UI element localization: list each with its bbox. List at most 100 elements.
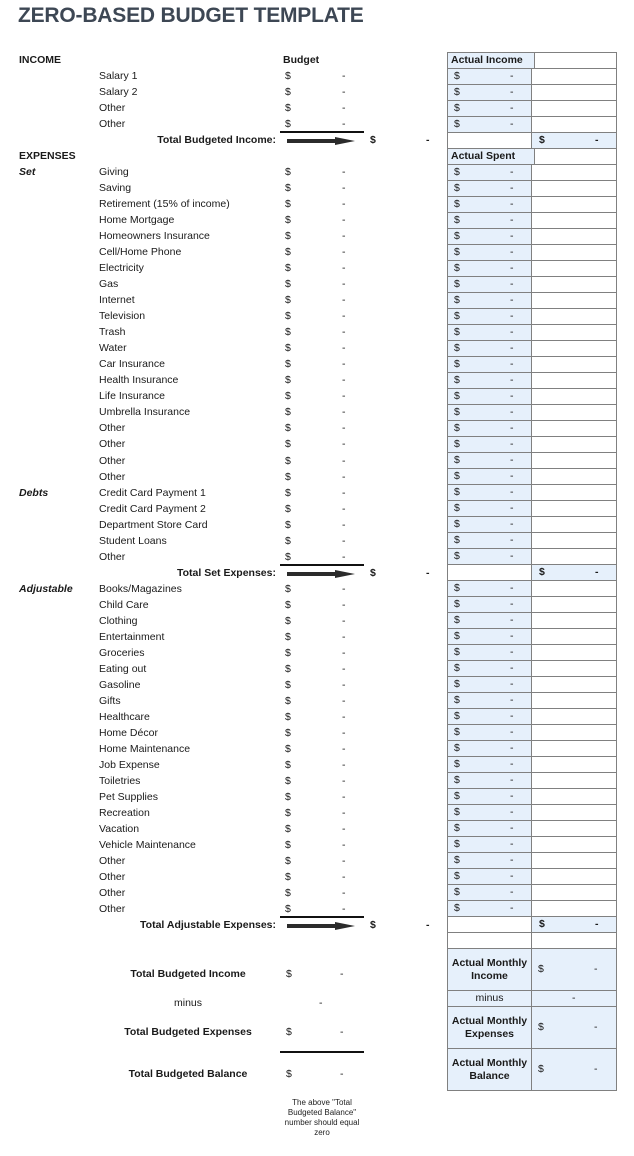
actual-amount-cell[interactable]: $ -: [448, 453, 532, 468]
notes-cell[interactable]: [532, 245, 616, 260]
budget-amount-cell[interactable]: -: [342, 372, 346, 388]
budget-amount-cell[interactable]: -: [342, 116, 346, 132]
notes-cell[interactable]: [532, 821, 616, 836]
actual-amount-cell[interactable]: $ -: [448, 837, 532, 852]
budget-amount-cell[interactable]: -: [342, 613, 346, 629]
budget-amount-cell[interactable]: -: [342, 757, 346, 773]
actual-amount-cell[interactable]: $ -: [448, 421, 532, 436]
actual-amount-cell[interactable]: $ -: [448, 645, 532, 660]
budget-amount-cell[interactable]: -: [342, 885, 346, 901]
actual-amount-cell[interactable]: $ -: [448, 869, 532, 884]
budget-amount-cell[interactable]: -: [342, 629, 346, 645]
blank-cell[interactable]: [535, 53, 616, 68]
blank-cell[interactable]: [448, 933, 532, 948]
budget-amount-cell[interactable]: -: [342, 693, 346, 709]
notes-cell[interactable]: [532, 421, 616, 436]
actual-amount-cell[interactable]: $ -: [448, 85, 532, 100]
notes-cell[interactable]: [532, 677, 616, 692]
budget-amount-cell[interactable]: -: [342, 276, 346, 292]
actual-amount-cell[interactable]: $ -: [448, 181, 532, 196]
notes-cell[interactable]: [532, 645, 616, 660]
notes-cell[interactable]: [532, 325, 616, 340]
notes-cell[interactable]: [532, 389, 616, 404]
budget-amount-cell[interactable]: -: [342, 84, 346, 100]
actual-amount-cell[interactable]: $ -: [448, 341, 532, 356]
budget-amount-cell[interactable]: -: [342, 853, 346, 869]
notes-cell[interactable]: [532, 85, 616, 100]
notes-cell[interactable]: [532, 309, 616, 324]
actual-total-cell[interactable]: $ -: [532, 133, 616, 148]
blank-cell[interactable]: [448, 565, 532, 580]
budget-amount-cell[interactable]: -: [342, 244, 346, 260]
notes-cell[interactable]: [532, 229, 616, 244]
actual-amount-cell[interactable]: $ -: [448, 357, 532, 372]
actual-amount-cell[interactable]: $ -: [448, 117, 532, 132]
actual-amount-cell[interactable]: $ -: [448, 805, 532, 820]
budget-amount-cell[interactable]: -: [342, 901, 346, 917]
notes-cell[interactable]: [532, 261, 616, 276]
budget-amount-cell[interactable]: -: [342, 485, 346, 501]
notes-cell[interactable]: [532, 453, 616, 468]
notes-cell[interactable]: [532, 501, 616, 516]
notes-cell[interactable]: [532, 437, 616, 452]
budget-amount-cell[interactable]: -: [342, 805, 346, 821]
budget-amount-cell[interactable]: -: [342, 292, 346, 308]
budget-amount-cell[interactable]: -: [342, 388, 346, 404]
notes-cell[interactable]: [532, 117, 616, 132]
notes-cell[interactable]: [532, 69, 616, 84]
actual-amount-cell[interactable]: $ -: [448, 405, 532, 420]
actual-amount-cell[interactable]: $ -: [448, 613, 532, 628]
notes-cell[interactable]: [532, 469, 616, 484]
budget-amount-cell[interactable]: -: [342, 340, 346, 356]
blank-cell[interactable]: [532, 933, 616, 948]
actual-amount-cell[interactable]: $ -: [448, 261, 532, 276]
notes-cell[interactable]: [532, 181, 616, 196]
notes-cell[interactable]: [532, 293, 616, 308]
actual-amount-cell[interactable]: $ -: [448, 693, 532, 708]
budget-amount-cell[interactable]: -: [342, 469, 346, 485]
notes-cell[interactable]: [532, 101, 616, 116]
actual-amount-cell[interactable]: $ -: [448, 501, 532, 516]
budget-amount-cell[interactable]: -: [342, 533, 346, 549]
actual-amount-cell[interactable]: $ -: [448, 773, 532, 788]
notes-cell[interactable]: [532, 357, 616, 372]
blank-cell[interactable]: [448, 133, 532, 148]
actual-amount-cell[interactable]: $ -: [448, 901, 532, 916]
notes-cell[interactable]: [532, 613, 616, 628]
budget-amount-cell[interactable]: -: [342, 821, 346, 837]
actual-amount-cell[interactable]: $ -: [448, 213, 532, 228]
budget-amount-cell[interactable]: -: [342, 773, 346, 789]
actual-amount-cell[interactable]: $ -: [448, 197, 532, 212]
blank-cell[interactable]: [448, 917, 532, 932]
actual-amount-cell[interactable]: $ -: [448, 325, 532, 340]
actual-amount-cell[interactable]: $ -: [448, 293, 532, 308]
budget-amount-cell[interactable]: -: [342, 709, 346, 725]
actual-total-cell[interactable]: $ -: [532, 565, 616, 580]
notes-cell[interactable]: [532, 533, 616, 548]
actual-amount-cell[interactable]: $ -: [448, 581, 532, 596]
actual-amount-cell[interactable]: $ -: [448, 741, 532, 756]
actual-monthly-balance-value-cell[interactable]: $ -: [532, 1049, 616, 1090]
actual-amount-cell[interactable]: $ -: [448, 517, 532, 532]
notes-cell[interactable]: [532, 709, 616, 724]
notes-cell[interactable]: [532, 741, 616, 756]
notes-cell[interactable]: [532, 197, 616, 212]
budget-amount-cell[interactable]: -: [342, 196, 346, 212]
notes-cell[interactable]: [532, 869, 616, 884]
budget-amount-cell[interactable]: -: [342, 404, 346, 420]
actual-amount-cell[interactable]: $ -: [448, 245, 532, 260]
notes-cell[interactable]: [532, 853, 616, 868]
notes-cell[interactable]: [532, 789, 616, 804]
notes-cell[interactable]: [532, 373, 616, 388]
budget-amount-cell[interactable]: -: [342, 549, 346, 565]
actual-amount-cell[interactable]: $ -: [448, 165, 532, 180]
actual-amount-cell[interactable]: $ -: [448, 677, 532, 692]
notes-cell[interactable]: [532, 165, 616, 180]
actual-monthly-income-value-cell[interactable]: $ -: [532, 949, 616, 990]
actual-amount-cell[interactable]: $ -: [448, 725, 532, 740]
budget-amount-cell[interactable]: -: [342, 741, 346, 757]
notes-cell[interactable]: [532, 901, 616, 916]
budget-amount-cell[interactable]: -: [342, 453, 346, 469]
notes-cell[interactable]: [532, 277, 616, 292]
notes-cell[interactable]: [532, 693, 616, 708]
